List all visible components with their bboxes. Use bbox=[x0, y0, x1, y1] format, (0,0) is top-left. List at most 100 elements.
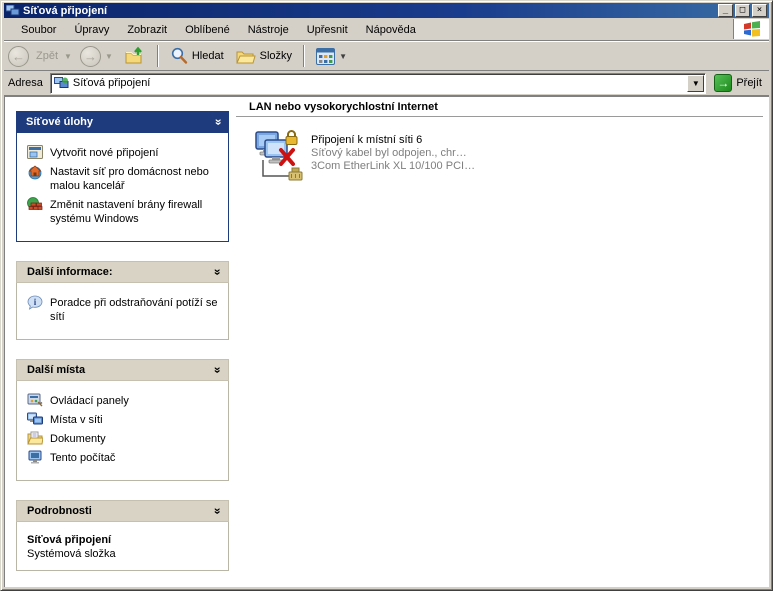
toolbar-separator bbox=[303, 45, 305, 67]
views-dropdown[interactable]: ▼ bbox=[339, 52, 347, 61]
windows-logo bbox=[733, 19, 769, 39]
folders-icon bbox=[236, 48, 256, 65]
info-icon: i bbox=[27, 295, 43, 310]
link-my-computer[interactable]: Tento počítač bbox=[27, 451, 220, 465]
forward-button[interactable]: → bbox=[80, 46, 101, 67]
home-network-icon bbox=[27, 164, 43, 180]
panel-title: Síťové úlohy bbox=[26, 116, 93, 128]
menu-oblibene[interactable]: Oblíbené bbox=[176, 21, 239, 39]
address-bar: Adresa Síťová připojení ▼ → Přejít bbox=[4, 71, 769, 96]
menu-napoveda[interactable]: Nápověda bbox=[357, 21, 425, 39]
search-icon bbox=[170, 47, 188, 65]
minimize-button[interactable]: _ bbox=[718, 4, 733, 17]
new-connection-icon bbox=[27, 145, 43, 159]
details-folder-name: Síťová připojení bbox=[27, 534, 220, 546]
views-button[interactable]: ▼ bbox=[312, 46, 355, 67]
go-arrow-icon: → bbox=[714, 74, 732, 92]
link-label: Místa v síti bbox=[50, 413, 103, 427]
panel-body-other-places: Ovládací panely Místa v síti bbox=[16, 381, 229, 481]
connection-device: 3Com EtherLink XL 10/100 PCI… bbox=[311, 160, 475, 173]
network-places-icon bbox=[27, 412, 43, 426]
panel-header-other-places[interactable]: Další místa « bbox=[16, 359, 229, 381]
go-button[interactable]: → Přejít bbox=[711, 73, 765, 93]
my-computer-icon bbox=[27, 450, 43, 464]
task-label: Nastavit síť pro domácnost nebo malou ka… bbox=[50, 165, 220, 193]
menu-upravy[interactable]: Úpravy bbox=[65, 21, 118, 39]
panel-details: Podrobnosti « Síťová připojení Systémová… bbox=[16, 500, 229, 571]
link-label: Dokumenty bbox=[50, 432, 106, 446]
back-label: Zpět bbox=[36, 50, 58, 62]
menu-soubor[interactable]: Soubor bbox=[12, 21, 65, 39]
go-label: Přejít bbox=[736, 77, 762, 89]
connection-status: Síťový kabel byl odpojen., chr… bbox=[311, 147, 475, 160]
back-button[interactable]: ← bbox=[8, 46, 29, 67]
back-dropdown[interactable]: ▼ bbox=[64, 52, 72, 61]
panel-header-details[interactable]: Podrobnosti « bbox=[16, 500, 229, 522]
link-label: Tento počítač bbox=[50, 451, 115, 465]
menu-zobrazit[interactable]: Zobrazit bbox=[118, 21, 176, 39]
link-label: Ovládací panely bbox=[50, 394, 129, 408]
address-label: Adresa bbox=[8, 77, 45, 89]
panel-see-also: Další informace: « i Poradce při odstraň… bbox=[16, 261, 229, 340]
task-create-connection[interactable]: Vytvořit nové připojení bbox=[27, 146, 220, 160]
panel-title: Další místa bbox=[27, 364, 85, 376]
task-label: Vytvořit nové připojení bbox=[50, 146, 158, 160]
folders-button[interactable]: Složky bbox=[232, 46, 296, 67]
link-control-panel[interactable]: Ovládací panely bbox=[27, 394, 220, 408]
chevron-up-icon[interactable]: « bbox=[211, 119, 225, 126]
lan-connection-disconnected-icon bbox=[255, 130, 303, 184]
forward-dropdown[interactable]: ▼ bbox=[105, 52, 113, 61]
views-icon bbox=[316, 48, 335, 65]
firewall-icon bbox=[27, 197, 43, 212]
panel-header-network-tasks[interactable]: Síťové úlohy « bbox=[16, 111, 229, 133]
window-title: Síťová připojení bbox=[23, 5, 718, 17]
chevron-up-icon[interactable]: « bbox=[210, 269, 224, 276]
link-documents[interactable]: Dokumenty bbox=[27, 432, 220, 446]
panel-body-network-tasks: Vytvořit nové připojení Nastavit síť pro… bbox=[16, 133, 229, 242]
search-label: Hledat bbox=[192, 50, 224, 62]
panel-network-tasks: Síťové úlohy « Vytvořit nové připojení bbox=[16, 111, 229, 242]
content-area: Síťové úlohy « Vytvořit nové připojení bbox=[4, 96, 769, 587]
panel-title: Podrobnosti bbox=[27, 505, 92, 517]
address-input[interactable]: Síťová připojení ▼ bbox=[50, 73, 706, 94]
maximize-button[interactable]: □ bbox=[735, 4, 750, 17]
menu-nastroje[interactable]: Nástroje bbox=[239, 21, 298, 39]
panel-header-see-also[interactable]: Další informace: « bbox=[16, 261, 229, 283]
chevron-up-icon[interactable]: « bbox=[210, 367, 224, 374]
connection-name: Připojení k místní síti 6 bbox=[311, 134, 475, 147]
task-label: Změnit nastavení brány firewall systému … bbox=[50, 198, 220, 226]
toolbar: ← Zpět ▼ → ▼ Hledat Složky bbox=[4, 42, 769, 71]
connection-item[interactable]: Připojení k místní síti 6 Síťový kabel b… bbox=[255, 130, 475, 184]
documents-folder-icon bbox=[27, 431, 43, 445]
folders-label: Složky bbox=[260, 50, 292, 62]
control-panel-icon bbox=[27, 393, 43, 407]
link-network-places[interactable]: Místa v síti bbox=[27, 413, 220, 427]
task-troubleshooter[interactable]: i Poradce při odstraňování potíží se sít… bbox=[27, 296, 220, 324]
task-change-firewall[interactable]: Změnit nastavení brány firewall systému … bbox=[27, 198, 220, 226]
panel-body-details: Síťová připojení Systémová složka bbox=[16, 522, 229, 571]
folder-up-icon bbox=[125, 46, 146, 66]
title-bar[interactable]: Síťová připojení _ □ × bbox=[4, 3, 769, 18]
toolbar-separator bbox=[157, 45, 159, 67]
task-pane: Síťové úlohy « Vytvořit nové připojení bbox=[16, 111, 229, 590]
network-connections-icon bbox=[6, 5, 20, 17]
group-title-lan: LAN nebo vysokorychlostní Internet bbox=[249, 101, 438, 113]
address-dropdown-button[interactable]: ▼ bbox=[687, 75, 704, 92]
details-folder-type: Systémová složka bbox=[27, 548, 220, 560]
up-button[interactable] bbox=[121, 44, 150, 68]
task-setup-home-network[interactable]: Nastavit síť pro domácnost nebo malou ka… bbox=[27, 165, 220, 193]
chevron-up-icon[interactable]: « bbox=[210, 508, 224, 515]
menu-upresnit[interactable]: Upřesnit bbox=[298, 21, 357, 39]
group-rule bbox=[236, 116, 763, 117]
windows-flag-icon bbox=[743, 21, 761, 37]
search-button[interactable]: Hledat bbox=[166, 45, 228, 67]
close-button[interactable]: × bbox=[752, 4, 767, 17]
panel-body-see-also: i Poradce při odstraňování potíží se sít… bbox=[16, 283, 229, 340]
address-location-icon bbox=[54, 77, 69, 90]
explorer-window: Síťová připojení _ □ × Soubor Úpravy Zob… bbox=[0, 0, 773, 591]
address-value: Síťová připojení bbox=[73, 77, 687, 89]
menu-bar: Soubor Úpravy Zobrazit Oblíbené Nástroje… bbox=[4, 19, 769, 41]
task-label: Poradce při odstraňování potíží se sítí bbox=[50, 296, 220, 324]
panel-title: Další informace: bbox=[27, 266, 113, 278]
panel-other-places: Další místa « Ovládací panely bbox=[16, 359, 229, 481]
